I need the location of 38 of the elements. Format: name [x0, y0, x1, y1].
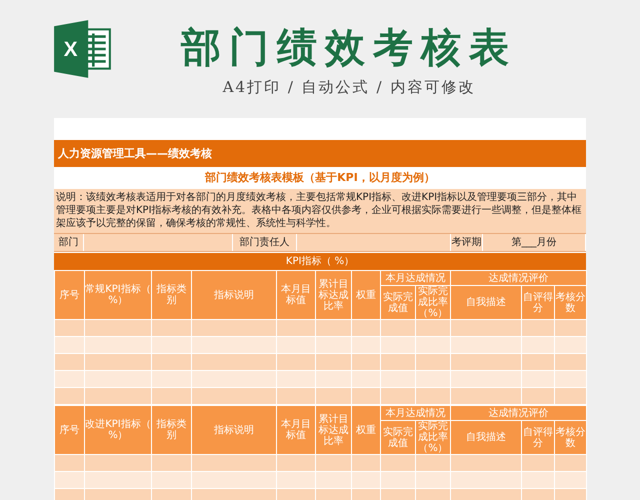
- column-header: 达成情况评价: [450, 270, 587, 286]
- column-header: 权重: [352, 270, 380, 320]
- column-header: 指标说明: [192, 270, 276, 320]
- column-header: 考核分数: [554, 286, 587, 320]
- info-value: 第___月份: [483, 234, 586, 251]
- info-label: 部门: [54, 234, 84, 251]
- column-header: 权重: [352, 406, 380, 454]
- column-header: 指标说明: [192, 406, 276, 454]
- column-header: 累计目标达成比率: [316, 270, 352, 320]
- column-header: 改进KPI指标（ %）: [84, 406, 152, 454]
- column-header: 自我描述: [450, 420, 522, 454]
- tagline: A4打印 / 自动公式 / 内容可修改: [222, 78, 476, 97]
- column-header: 自评得分: [522, 286, 554, 320]
- description-text: 说明：该绩效考核表适用于对各部门的月度绩效考核，主要包括常规KPI指标、改进KPI指标以及管理要项三部分，其中管理要项主要是对KPI指标考核的有效补充。表格中各项内容仅供参考，企业可根据实际需要进行一些调整，但是整体框架应该予以完整的保留，确保考核的常规性、系统性与科学性。: [54, 189, 586, 233]
- info-label: 部门责任人: [233, 234, 297, 251]
- column-header: 序号: [54, 406, 84, 454]
- column-header: 本月目标值: [276, 270, 316, 320]
- column-header: 自我描述: [450, 286, 522, 320]
- column-header: 累计目标达成比率: [316, 406, 352, 454]
- column-header: 实际完成比率（%）: [416, 420, 450, 454]
- sheet-subtitle: 部门绩效考核表模板（基于KPI，以月度为例）: [204, 170, 436, 186]
- column-header: 本月达成情况: [380, 406, 450, 420]
- column-header: 指标类别: [152, 406, 192, 454]
- sheet-banner: 人力资源管理工具——绩效考核: [54, 140, 586, 167]
- column-header: 考核分数: [554, 420, 587, 454]
- column-header: 指标类别: [152, 270, 192, 320]
- column-header: 实际完成值: [380, 420, 416, 454]
- column-header: 实际完成值: [380, 286, 416, 320]
- section-title-bar: KPI指标（ %）: [54, 253, 586, 270]
- column-header: 自评得分: [522, 420, 554, 454]
- column-header: 达成情况评价: [450, 406, 587, 420]
- column-header: 本月目标值: [276, 406, 316, 454]
- info-label: 考评期: [451, 234, 483, 251]
- column-header: 实际完成比率（%）: [416, 286, 450, 320]
- page-title: 部门绩效考核表: [181, 24, 517, 72]
- column-header: 序号: [54, 270, 84, 320]
- column-header: 本月达成情况: [380, 270, 450, 286]
- column-header: 常规KPI指标（ %）: [84, 270, 152, 320]
